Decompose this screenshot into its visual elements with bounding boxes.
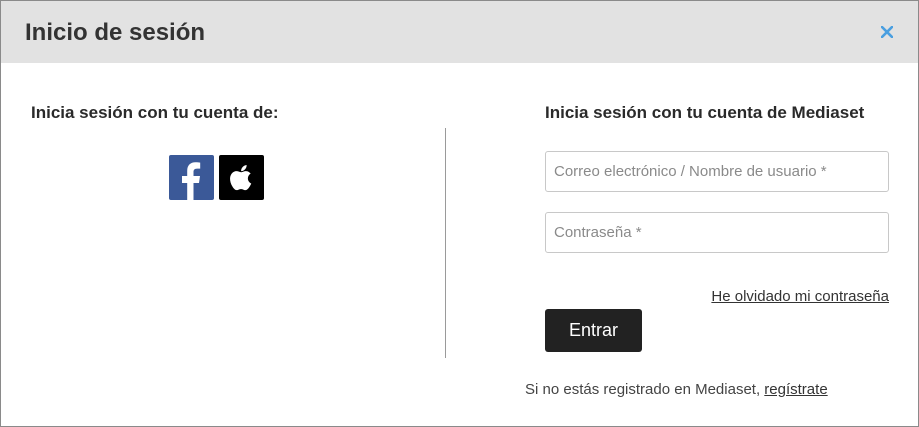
register-link[interactable]: regístrate — [764, 381, 827, 398]
email-username-input[interactable] — [545, 151, 889, 192]
register-prompt: Si no estás registrado en Mediaset, regí… — [525, 381, 828, 398]
login-modal: Inicio de sesión Inicia sesión con tu cu… — [0, 0, 919, 427]
modal-header: Inicio de sesión — [1, 1, 918, 63]
login-submit-button[interactable]: Entrar — [545, 309, 642, 352]
forgot-password-link[interactable]: He olvidado mi contraseña — [711, 288, 889, 305]
vertical-divider — [445, 128, 446, 358]
register-prompt-text: Si no estás registrado en Mediaset, — [525, 381, 765, 398]
facebook-icon — [182, 162, 201, 200]
apple-login-button[interactable] — [219, 155, 264, 200]
social-login-buttons — [169, 155, 264, 200]
password-input[interactable] — [545, 212, 889, 253]
mediaset-login-heading: Inicia sesión con tu cuenta de Mediaset — [545, 103, 865, 122]
social-login-heading: Inicia sesión con tu cuenta de: — [31, 103, 279, 122]
modal-title: Inicio de sesión — [25, 19, 206, 46]
apple-icon — [229, 164, 251, 191]
close-button[interactable] — [878, 23, 896, 41]
close-icon — [881, 26, 893, 38]
facebook-login-button[interactable] — [169, 155, 214, 200]
